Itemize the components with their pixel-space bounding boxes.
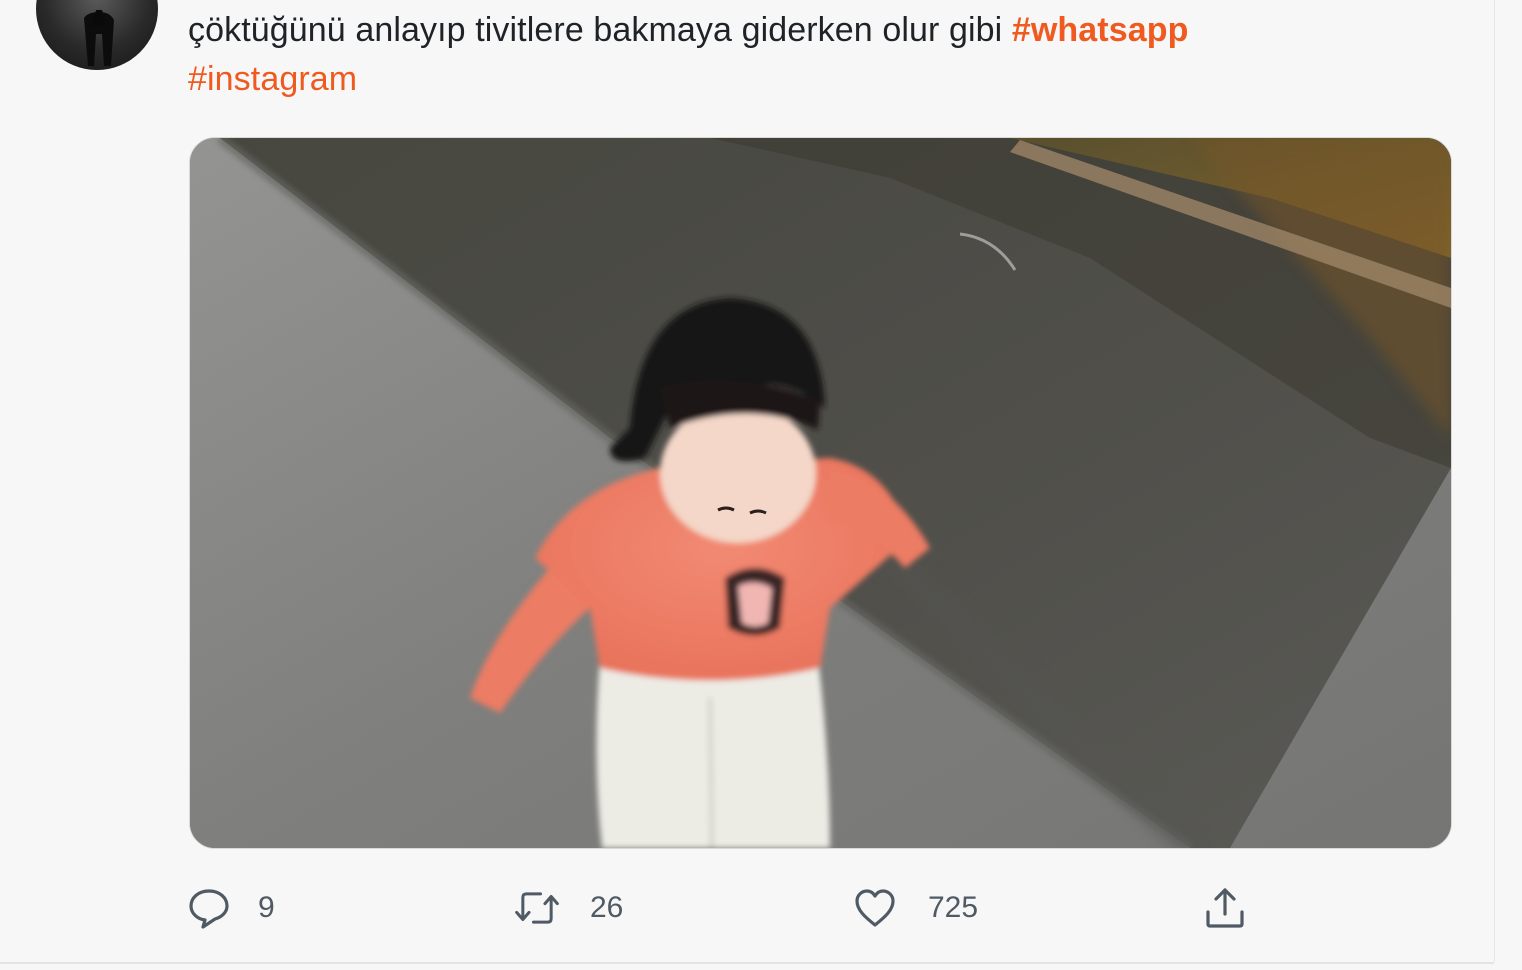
avatar-image (84, 10, 114, 66)
user-avatar[interactable] (36, 0, 158, 70)
media-image (190, 138, 1451, 848)
reply-button[interactable]: 9 (186, 880, 275, 936)
heart-icon (852, 885, 898, 931)
tweet-text: çöktüğünü anlayıp tivitlere bakmaya gide… (188, 6, 1388, 104)
like-button[interactable]: 725 (852, 880, 978, 936)
speech-bubble-icon (186, 885, 232, 931)
retweet-arrows-icon (514, 885, 560, 931)
hashtag-instagram-link[interactable]: #instagram (188, 60, 357, 98)
tweet-body-text: çöktüğünü anlayıp tivitlere bakmaya gide… (188, 11, 1012, 49)
tweet-media-gif[interactable] (189, 137, 1452, 849)
share-button[interactable] (1202, 880, 1248, 936)
share-upload-icon (1202, 885, 1248, 931)
tweet-actions-bar: 9 26 725 (0, 880, 1494, 936)
tweet-card: çöktüğünü anlayıp tivitlere bakmaya gide… (0, 0, 1495, 962)
like-count: 725 (928, 891, 979, 924)
reply-count: 9 (258, 891, 275, 924)
retweet-button[interactable]: 26 (514, 880, 623, 936)
tweet-divider (0, 962, 1494, 964)
retweet-count: 26 (590, 891, 624, 924)
hashtag-whatsapp-link[interactable]: #whatsapp (1012, 11, 1189, 49)
